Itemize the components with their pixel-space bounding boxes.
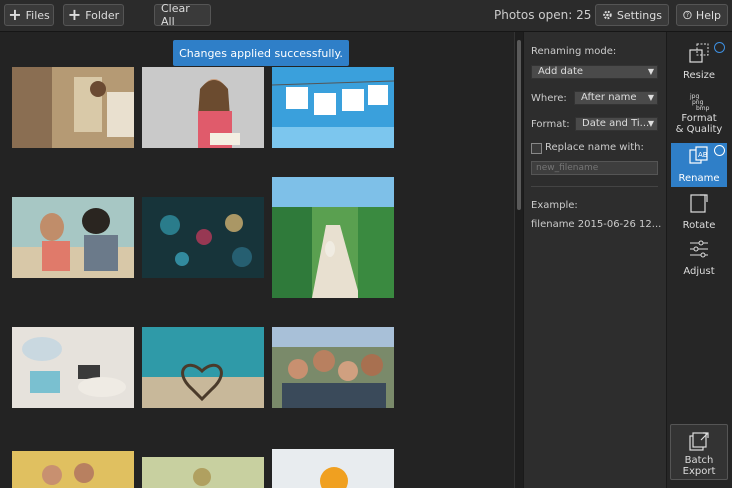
batch-export-icon: [689, 432, 709, 451]
help-label: Help: [695, 8, 721, 22]
chevron-down-icon: ▼: [647, 93, 654, 102]
photo-thumbnail[interactable]: [12, 197, 134, 278]
format-quality-label-2: & Quality: [675, 124, 723, 135]
grid-scrollbar[interactable]: [514, 32, 523, 488]
photo-thumbnail[interactable]: [12, 451, 134, 488]
where-label: Where:: [531, 93, 567, 104]
photo-thumbnail[interactable]: [142, 327, 264, 408]
rename-icon: AB: [689, 146, 708, 164]
format-icon: jpg png bmp: [689, 93, 710, 112]
plus-icon: +: [8, 5, 22, 24]
plus-icon: +: [67, 5, 82, 24]
photo-thumbnail[interactable]: [142, 457, 264, 488]
settings-button[interactable]: Settings: [595, 4, 669, 26]
resize-tool-button[interactable]: Resize: [671, 40, 727, 84]
scrollbar-thumb[interactable]: [517, 40, 521, 210]
rotate-tool-button[interactable]: Rotate: [671, 190, 727, 234]
replace-name-checkbox[interactable]: [531, 143, 542, 154]
panel-divider: [531, 186, 658, 187]
chevron-down-icon: ▼: [647, 119, 654, 128]
new-filename-input[interactable]: [531, 161, 658, 175]
photo-thumbnail[interactable]: [272, 177, 394, 298]
clear-all-button[interactable]: Clear All: [154, 2, 211, 28]
example-value: filename 2015-06-26 12...: [531, 219, 662, 230]
resize-icon: [689, 43, 709, 63]
where-value: After name: [581, 92, 637, 103]
photo-thumbnail[interactable]: [142, 67, 264, 148]
format-value: Date and Ti...: [582, 118, 650, 129]
renaming-mode-select[interactable]: Add date ▼: [531, 65, 658, 79]
checkmark-badge-icon: [714, 145, 725, 156]
batch-export-button[interactable]: Batch Export: [670, 424, 728, 480]
photo-thumbnail[interactable]: [12, 327, 134, 408]
where-select[interactable]: After name ▼: [574, 91, 658, 105]
adjust-tool-button[interactable]: Adjust: [671, 236, 727, 280]
checkmark-badge-icon: [714, 42, 725, 53]
photo-thumbnail[interactable]: [12, 67, 134, 148]
replace-name-label: Replace name with:: [545, 142, 644, 153]
svg-text:bmp: bmp: [696, 105, 710, 112]
photo-thumbnail[interactable]: [142, 197, 264, 278]
help-button[interactable]: ? Help: [676, 4, 728, 26]
svg-text:AB: AB: [698, 151, 708, 159]
format-quality-label-1: Format: [681, 113, 717, 124]
example-label: Example:: [531, 200, 578, 211]
files-label: Files: [25, 8, 50, 22]
photo-thumbnail[interactable]: [272, 67, 394, 148]
batch-export-label-1: Batch: [684, 455, 714, 466]
adjust-label: Adjust: [683, 266, 715, 277]
photos-open-count: Photos open: 25: [494, 8, 592, 22]
format-label: Format:: [531, 119, 570, 130]
rename-tool-button[interactable]: AB Rename: [671, 143, 727, 187]
photo-thumbnail[interactable]: [272, 327, 394, 408]
photo-thumbnail[interactable]: [272, 449, 394, 488]
resize-label: Resize: [682, 70, 716, 81]
add-files-button[interactable]: + Files: [4, 4, 54, 26]
renaming-mode-label: Renaming mode:: [531, 46, 617, 57]
settings-label: Settings: [616, 8, 662, 22]
format-select[interactable]: Date and Ti... ▼: [575, 117, 658, 131]
adjust-icon: [690, 240, 708, 258]
photo-grid: [0, 32, 514, 488]
success-toast: Changes applied successfully.: [173, 40, 349, 66]
renaming-mode-value: Add date: [538, 66, 584, 77]
rotate-icon: [690, 194, 708, 213]
rotate-label: Rotate: [682, 220, 716, 231]
format-quality-tool-button[interactable]: jpg png bmp Format & Quality: [671, 88, 727, 138]
rename-label: Rename: [678, 173, 720, 184]
batch-export-label-2: Export: [682, 466, 716, 477]
svg-text:?: ?: [686, 12, 689, 19]
gear-icon: [603, 10, 612, 20]
add-folder-button[interactable]: + Folder: [63, 4, 124, 26]
help-icon: ?: [683, 10, 692, 19]
folder-label: Folder: [85, 8, 120, 22]
chevron-down-icon: ▼: [647, 67, 654, 76]
